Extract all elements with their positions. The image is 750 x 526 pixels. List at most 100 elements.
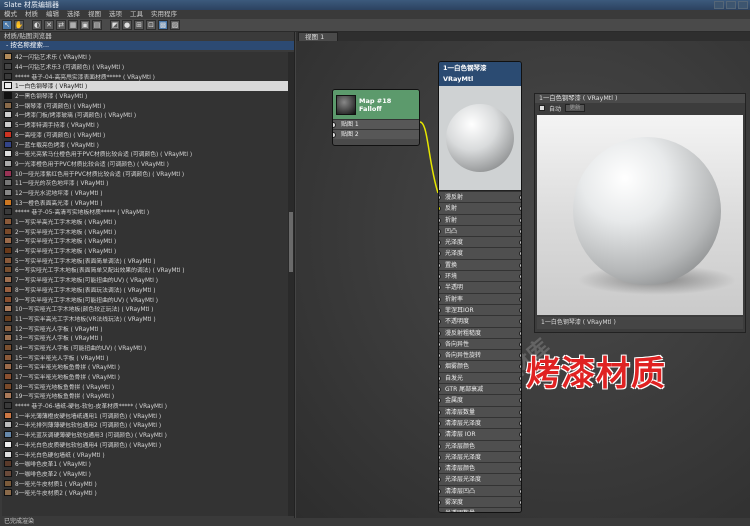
input-socket-icon[interactable] [333, 132, 336, 138]
tree-row[interactable]: 10一哑光漆紫红色用于PVC材质比较合适 (可调颜色) ( VRayMtl ) [2, 168, 288, 178]
menu-view[interactable]: 视图 [88, 10, 101, 19]
tree-row[interactable]: 5一半光白色硬包墙纸 ( VRayMtl ) [2, 449, 288, 459]
tree-row[interactable]: 4一写实半哑光工字木地板 ( VRayMtl ) [2, 246, 288, 256]
tree-row[interactable]: 7一咖啡色皮革2 ( VRayMtl ) [2, 469, 288, 479]
material-slot[interactable]: 环境 [439, 270, 521, 282]
output-socket-icon[interactable] [519, 420, 521, 426]
material-slot[interactable]: 凹凸 [439, 224, 521, 237]
output-socket-icon[interactable] [519, 500, 521, 506]
tree-row[interactable]: 3一钢琴漆 (可调颜色) ( VRayMtl ) [2, 100, 288, 110]
input-socket-icon[interactable] [439, 330, 441, 336]
input-socket-icon[interactable] [439, 240, 441, 246]
input-socket-icon[interactable] [439, 420, 441, 426]
material-slot[interactable]: 折射 [439, 213, 521, 225]
tree-row[interactable]: 7一写实半哑光工字木地板(可能扭曲的UV) ( VRayMtl ) [2, 275, 288, 285]
material-slot[interactable]: 光泽层光泽度 [439, 450, 521, 463]
input-socket-icon[interactable] [439, 432, 441, 438]
vraymtl-node[interactable]: 1一白色钢琴漆 VRayMtl 漫反射 反射 折射 凹凸 光泽度 光泽度 置换 环境 半透明 折射… [438, 61, 522, 513]
output-socket-icon[interactable] [519, 240, 521, 246]
node-canvas[interactable]: AN素材库 Map #18Falloff 贴图 1 贴图 2 1一白色钢琴漆 V… [296, 41, 750, 518]
close-button[interactable] [738, 1, 748, 9]
material-slot[interactable]: 清漆层凹凸 [439, 484, 521, 497]
tree-row[interactable]: 12一哑光水泥地坪漆 ( VRayMtl ) [2, 188, 288, 198]
tab-view1[interactable]: 视图 1 [298, 32, 338, 41]
falloff-slot[interactable]: 贴图 2 [333, 129, 419, 139]
output-socket-icon[interactable] [519, 251, 521, 257]
background-icon[interactable]: ◩ [110, 20, 120, 30]
input-socket-icon[interactable] [439, 364, 441, 370]
input-socket-icon[interactable] [439, 454, 441, 460]
tree-row[interactable]: 8一哑光亮紫马仕橙色用于PVC材质比较合适 (可调颜色) ( VRayMtl ) [2, 149, 288, 159]
output-socket-icon[interactable] [519, 432, 521, 438]
input-socket-icon[interactable] [439, 488, 441, 494]
input-socket-icon[interactable] [439, 228, 441, 234]
tree-row[interactable]: 8一写实半哑光工字木地板(表面玩法调法) ( VRayMtl ) [2, 285, 288, 295]
output-socket-icon[interactable] [519, 296, 521, 302]
input-socket-icon[interactable] [439, 353, 441, 359]
menu-material[interactable]: 材质 [25, 10, 38, 19]
menu-tools[interactable]: 工具 [130, 10, 143, 19]
material-slot[interactable]: 漫反射 [439, 191, 521, 203]
tree-row[interactable]: 1一半光薄薄橙皮硬包墙纸通用1 (可调颜色) ( VRayMtl ) [2, 410, 288, 420]
input-socket-icon[interactable] [333, 122, 336, 128]
material-slot[interactable]: 雾深度 [439, 496, 521, 508]
menu-utilities[interactable]: 实用程序 [151, 10, 177, 19]
input-socket-icon[interactable] [439, 398, 441, 404]
scroll-thumb[interactable] [289, 212, 293, 272]
material-slot[interactable]: 置换 [439, 258, 521, 271]
menu-options[interactable]: 选项 [109, 10, 122, 19]
input-socket-icon[interactable] [439, 409, 441, 415]
tree-row[interactable]: 42一闪钻艺术乐 ( VRayMtl ) [2, 52, 288, 62]
material-slot[interactable]: 光泽层光泽度 [439, 473, 521, 485]
tree-row[interactable]: 3一写实半哑光工字木地板 ( VRayMtl ) [2, 236, 288, 246]
input-socket-icon[interactable] [439, 319, 441, 325]
output-socket-icon[interactable] [519, 307, 521, 313]
tree-row[interactable]: 9一写实半哑光工字木地板(可能扭曲的UV) ( VRayMtl ) [2, 294, 288, 304]
output-socket-icon[interactable] [519, 217, 521, 223]
material-slot[interactable]: 自发光 [439, 371, 521, 384]
input-socket-icon[interactable] [439, 296, 441, 302]
material-slot[interactable]: 菲涅耳IOR [439, 303, 521, 316]
tree-row[interactable]: 2一黑色钢琴漆 ( VRayMtl ) [2, 91, 288, 101]
material-slot[interactable]: 不透明度 [439, 315, 521, 327]
input-socket-icon[interactable] [439, 217, 441, 223]
tree-scrollbar[interactable] [288, 52, 294, 516]
falloff-node[interactable]: Map #18 Falloff 贴图 1 贴图 2 [332, 89, 420, 146]
output-socket-icon[interactable] [519, 341, 521, 347]
delete-icon[interactable]: ✕ [44, 20, 54, 30]
output-socket-icon[interactable] [519, 443, 521, 449]
material-slot[interactable]: 清漆层 IOR [439, 428, 521, 440]
nav-icon[interactable]: ⊡ [146, 20, 156, 30]
input-socket-icon[interactable] [439, 500, 441, 506]
material-slot[interactable]: GTR 尾部衰减 [439, 383, 521, 395]
menu-select[interactable]: 选择 [67, 10, 80, 19]
material-slot[interactable]: 反射 [439, 202, 521, 214]
material-slot[interactable]: 光泽度 [439, 247, 521, 259]
material-slot[interactable]: 折射率 [439, 292, 521, 304]
hide-icon[interactable]: ▦ [68, 20, 78, 30]
output-socket-icon[interactable] [519, 262, 521, 268]
material-slot[interactable]: 清漆层光泽度 [439, 416, 521, 429]
output-socket-icon[interactable] [519, 364, 521, 370]
output-socket-icon[interactable] [519, 398, 521, 404]
tree-row[interactable]: 5一烤漆特调手持漆 ( VRayMtl ) [2, 120, 288, 130]
tree-row[interactable]: 7一蓝车载亮色烤漆 ( VRayMtl ) [2, 139, 288, 149]
tree-row[interactable]: 18一写实哑光地板鱼骨拼 ( VRayMtl ) [2, 381, 288, 391]
material-slot[interactable]: 各向异性 [439, 337, 521, 350]
tree-row[interactable]: 1一白色钢琴漆 ( VRayMtl ) [2, 81, 288, 91]
tree-row[interactable]: 11一写实半高光工字木地板(VR法线玩法) ( VRayMtl ) [2, 314, 288, 324]
options-icon[interactable]: ▨ [170, 20, 180, 30]
output-socket-icon[interactable] [519, 454, 521, 460]
material-slot[interactable]: 光泽层颜色 [439, 439, 521, 451]
tree-row[interactable]: 17一写实半哑光地板鱼骨拼 ( VRayMtl ) [2, 372, 288, 382]
output-socket-icon[interactable] [519, 330, 521, 336]
material-slot[interactable]: 各向异性旋转 [439, 349, 521, 361]
menu-mode[interactable]: 模式 [4, 10, 17, 19]
material-slot[interactable]: 半透明数量 [439, 507, 521, 512]
output-socket-icon[interactable] [519, 195, 521, 200]
move-children-icon[interactable]: ⇄ [56, 20, 66, 30]
grid-icon[interactable]: ▩ [158, 20, 168, 30]
pan-tool-icon[interactable]: ✋ [14, 20, 24, 30]
input-socket-icon[interactable] [439, 195, 441, 200]
tree-row[interactable]: 6一咖啡色皮革1 ( VRayMtl ) [2, 459, 288, 469]
